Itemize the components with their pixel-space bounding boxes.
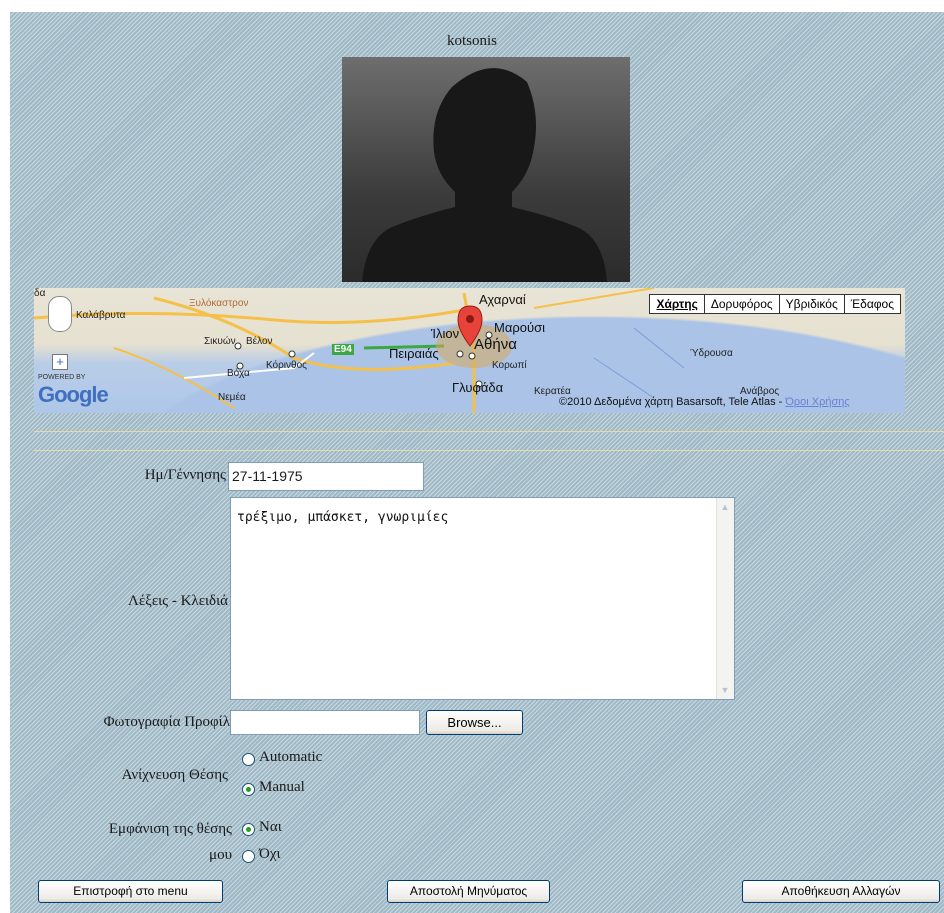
send-message-button[interactable]: Αποστολή Μηνύματος: [387, 880, 550, 903]
map-type-map[interactable]: Χάρτης: [650, 295, 705, 313]
keywords-textarea[interactable]: τρέξιμο, μπάσκετ, γνωριμίες ▲ ▼: [230, 497, 735, 700]
keywords-scrollbar[interactable]: ▲ ▼: [716, 498, 734, 699]
map-type-terrain[interactable]: Έδαφος: [844, 295, 900, 313]
show-location-yes-label: Ναι: [259, 819, 282, 835]
terms-of-use-link[interactable]: Όροι Χρήσης: [785, 396, 849, 408]
profile-avatar: [342, 57, 630, 282]
back-to-menu-button[interactable]: Επιστροφή στο menu: [38, 880, 223, 903]
browse-button[interactable]: Browse...: [426, 710, 523, 735]
keywords-label: Λέξεις - Κλειδιά: [127, 593, 228, 609]
top-strip: [0, 0, 944, 12]
map-label: Ίλιον: [431, 326, 460, 341]
zoom-in-icon[interactable]: +: [52, 354, 68, 370]
map-label: Γλυφάδα: [452, 380, 504, 395]
keywords-value: τρέξιμο, μπάσκετ, γνωριμίες: [237, 510, 449, 525]
location-manual-radio[interactable]: [242, 783, 255, 796]
map-type-hybrid[interactable]: Υβριδικός: [779, 295, 845, 313]
street-view-pegman-icon[interactable]: [48, 296, 72, 332]
map-label: Ύδρουσα: [690, 348, 733, 359]
show-location-label-line2: μου: [209, 847, 232, 863]
location-automatic-radio[interactable]: [242, 753, 255, 766]
location-manual-label: Manual: [259, 779, 305, 795]
profile-username: kotsonis: [446, 33, 497, 49]
road-shield: E94: [332, 344, 354, 355]
map-label: Καλάβρυτα: [76, 310, 126, 321]
profile-photo-label: Φωτογραφία Προφίλ: [103, 714, 230, 730]
birthdate-label: Ημ/Γέννησης: [144, 467, 226, 483]
location-detection-label: Ανίχνευση Θέσης: [121, 767, 228, 783]
map-type-selector: Χάρτης Δορυφόρος Υβριδικός Έδαφος: [649, 294, 901, 314]
map-label: δα: [34, 288, 46, 299]
map-copyright: ©2010 Δεδομένα χάρτη Basarsoft, Tele Atl…: [559, 396, 850, 408]
divider: [34, 431, 944, 432]
profile-photo-path-field[interactable]: [230, 710, 420, 735]
show-location-label: Εμφάνιση της θέσης: [108, 821, 232, 837]
map-label: Νεμέα: [218, 392, 246, 403]
scroll-down-icon[interactable]: ▼: [719, 684, 731, 696]
map-label: Αχαρναί: [479, 292, 526, 307]
map-type-satellite[interactable]: Δορυφόρος: [704, 295, 780, 313]
map-label: Βόχα: [227, 368, 250, 379]
map-copyright-text: ©2010 Δεδομένα χάρτη Basarsoft, Tele Atl…: [559, 396, 786, 408]
map-label: Ξυλόκαστρον: [189, 298, 249, 309]
show-location-yes-radio[interactable]: [242, 823, 255, 836]
google-logo[interactable]: Google: [38, 382, 109, 408]
map-label: Βέλον: [246, 336, 273, 347]
divider: [34, 450, 944, 451]
location-map[interactable]: + δα Καλάβρυτα Ξυλόκαστρον Σικυών Βέλον …: [34, 288, 905, 413]
location-automatic-label: Automatic: [259, 749, 323, 765]
map-label: Πειραιάς: [389, 346, 439, 361]
map-label: Μαρούσι: [494, 320, 545, 335]
left-strip: [0, 0, 10, 913]
map-label: Κόρινθος: [266, 360, 307, 371]
map-label: Σικυών: [204, 336, 236, 347]
show-location-no-radio[interactable]: [242, 850, 255, 863]
avatar-silhouette-icon: [362, 68, 607, 282]
scroll-up-icon[interactable]: ▲: [719, 501, 731, 513]
map-label: Αθήνα: [474, 336, 517, 353]
map-label: Κορωπί: [492, 360, 527, 371]
birthdate-field[interactable]: 27-11-1975: [228, 462, 424, 491]
show-location-no-label: Όχι: [259, 846, 281, 862]
powered-by-text: POWERED BY: [38, 374, 86, 381]
save-changes-button[interactable]: Αποθήκευση Αλλαγών: [742, 880, 940, 903]
